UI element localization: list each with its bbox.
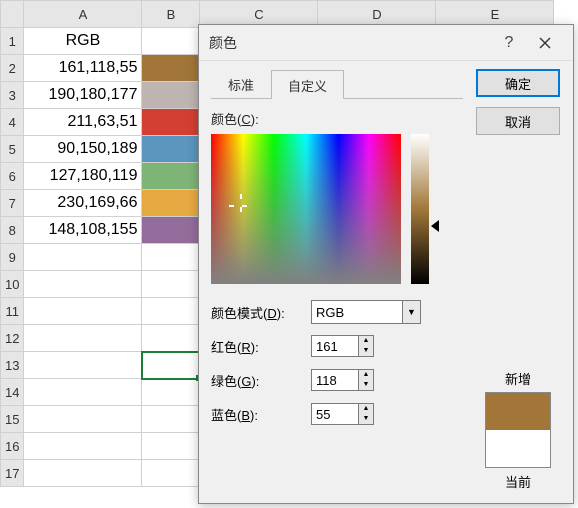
cell[interactable]: 190,180,177: [24, 82, 142, 109]
select-all-cell[interactable]: [1, 1, 24, 28]
luminance-slider[interactable]: [411, 134, 429, 284]
color-mode-value: RGB: [316, 305, 344, 320]
chevron-up-icon: ▲: [359, 370, 373, 380]
luminance-arrow-icon: [431, 220, 439, 232]
color-swatch[interactable]: [142, 190, 200, 217]
cell[interactable]: 127,180,119: [24, 163, 142, 190]
col-header-b[interactable]: B: [142, 1, 200, 28]
dialog-titlebar[interactable]: 颜色 ?: [199, 25, 573, 61]
blue-spinner[interactable]: ▲▼: [358, 403, 374, 425]
new-color-swatch: [486, 393, 550, 430]
color-preview: [485, 392, 551, 468]
cell-b1[interactable]: [142, 28, 200, 55]
red-input[interactable]: 161: [311, 335, 359, 357]
color-swatch[interactable]: [142, 82, 200, 109]
green-label: 绿色(G):: [211, 371, 311, 390]
red-spinner[interactable]: ▲▼: [358, 335, 374, 357]
close-icon: [539, 37, 551, 49]
color-label: 颜色(C):: [211, 109, 463, 128]
color-swatch[interactable]: [142, 217, 200, 244]
row-header[interactable]: 1: [1, 28, 24, 55]
color-swatch[interactable]: [142, 163, 200, 190]
col-header-a[interactable]: A: [24, 1, 142, 28]
selected-cell[interactable]: [142, 352, 200, 379]
row-header[interactable]: 4: [1, 109, 24, 136]
row-header[interactable]: 16: [1, 433, 24, 460]
blue-input[interactable]: 55: [311, 403, 359, 425]
current-color-swatch: [486, 430, 550, 467]
cell[interactable]: 148,108,155: [24, 217, 142, 244]
crosshair-icon: [235, 200, 247, 212]
row-header[interactable]: 13: [1, 352, 24, 379]
chevron-down-icon: ▼: [359, 380, 373, 390]
chevron-up-icon: ▲: [359, 336, 373, 346]
close-button[interactable]: [527, 25, 563, 61]
ok-button[interactable]: 确定: [476, 69, 560, 97]
chevron-down-icon: ▼: [359, 414, 373, 424]
current-color-label: 当前: [485, 472, 551, 491]
green-input[interactable]: 118: [311, 369, 359, 391]
new-color-label: 新增: [485, 369, 551, 388]
row-header[interactable]: 7: [1, 190, 24, 217]
cell[interactable]: 211,63,51: [24, 109, 142, 136]
color-mode-select[interactable]: RGB ▼: [311, 300, 421, 324]
row-header[interactable]: 5: [1, 136, 24, 163]
tab-standard[interactable]: 标准: [211, 69, 271, 98]
row-header[interactable]: 15: [1, 406, 24, 433]
chevron-up-icon: ▲: [359, 404, 373, 414]
color-gradient-picker[interactable]: [211, 134, 401, 284]
cell[interactable]: 90,150,189: [24, 136, 142, 163]
cancel-button[interactable]: 取消: [476, 107, 560, 135]
color-swatch[interactable]: [142, 55, 200, 82]
mode-label: 颜色模式(D):: [211, 303, 311, 322]
chevron-down-icon: ▼: [402, 301, 420, 323]
cell[interactable]: 161,118,55: [24, 55, 142, 82]
row-header[interactable]: 6: [1, 163, 24, 190]
row-header[interactable]: 8: [1, 217, 24, 244]
tab-bar: 标准 自定义: [211, 69, 463, 99]
green-spinner[interactable]: ▲▼: [358, 369, 374, 391]
row-header[interactable]: 11: [1, 298, 24, 325]
help-button[interactable]: ?: [491, 25, 527, 61]
color-swatch[interactable]: [142, 109, 200, 136]
row-header[interactable]: 10: [1, 271, 24, 298]
row-header[interactable]: 2: [1, 55, 24, 82]
red-label: 红色(R):: [211, 337, 311, 356]
cell[interactable]: 230,169,66: [24, 190, 142, 217]
tab-custom[interactable]: 自定义: [271, 70, 344, 99]
dialog-title: 颜色: [209, 33, 237, 53]
color-dialog: 颜色 ? 标准 自定义 颜色(C):: [198, 24, 574, 504]
row-header[interactable]: 3: [1, 82, 24, 109]
cell-a1[interactable]: RGB: [24, 28, 142, 55]
blue-label: 蓝色(B):: [211, 405, 311, 424]
row-header[interactable]: 17: [1, 460, 24, 487]
row-header[interactable]: 14: [1, 379, 24, 406]
row-header[interactable]: 9: [1, 244, 24, 271]
chevron-down-icon: ▼: [359, 346, 373, 356]
color-swatch[interactable]: [142, 136, 200, 163]
row-header[interactable]: 12: [1, 325, 24, 352]
